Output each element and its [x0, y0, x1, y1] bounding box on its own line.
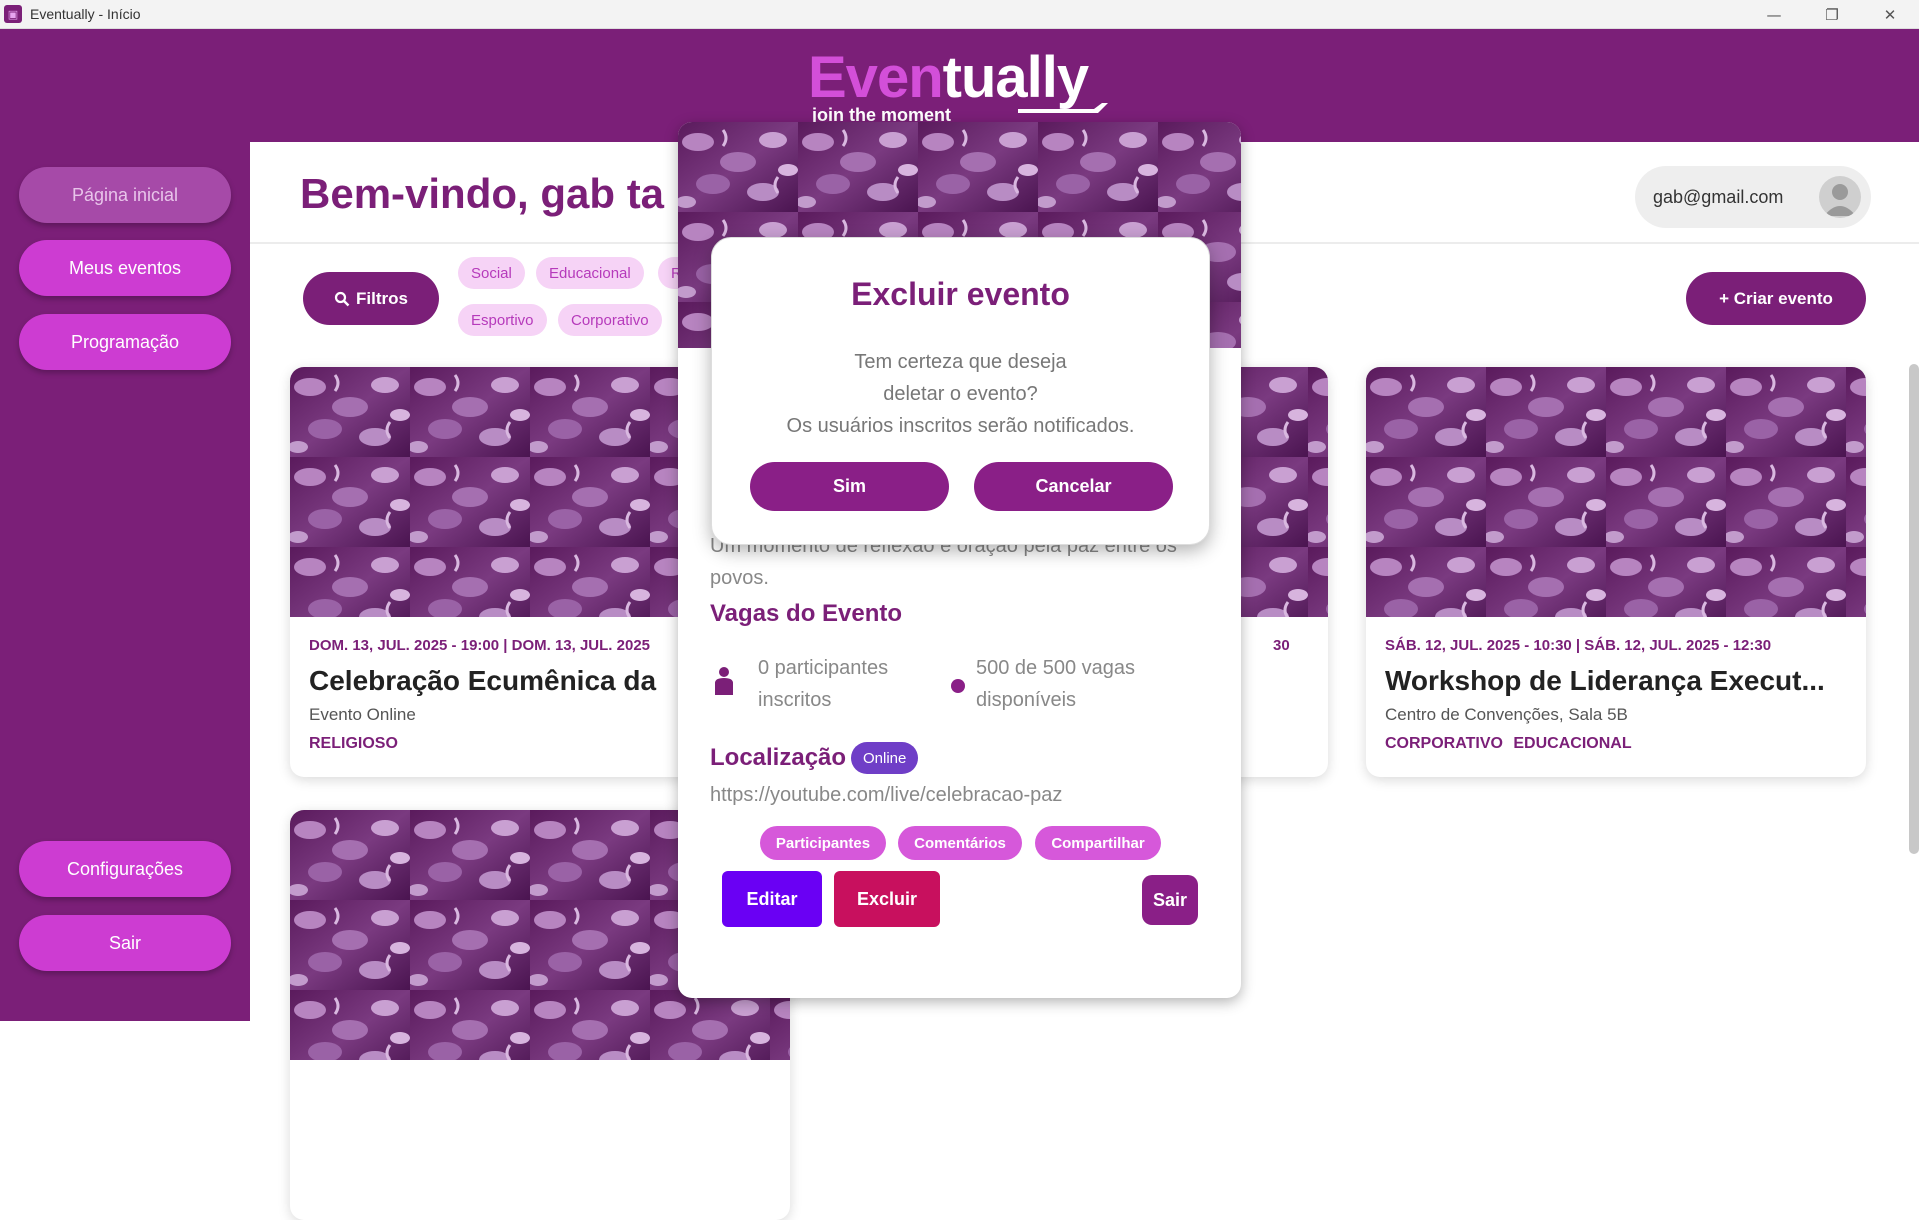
logo-text-part1: Even: [808, 45, 944, 110]
event-url[interactable]: https://youtube.com/live/celebracao-paz: [710, 784, 1062, 807]
vacancy-dot-icon: [951, 679, 965, 693]
chip-educacional[interactable]: Educacional: [536, 257, 644, 289]
chip-corporativo[interactable]: Corporativo: [558, 304, 662, 336]
vacancies-count: 500 de 500 vagas disponíveis: [976, 657, 1136, 711]
sidebar: Página inicial Meus eventos Programação …: [0, 142, 250, 1021]
location-title: Localização: [710, 744, 847, 771]
event-card[interactable]: SÁB. 12, JUL. 2025 - 10:30 | SÁB. 12, JU…: [1366, 367, 1866, 777]
app-icon: ▣: [4, 5, 22, 23]
window-title: Eventually - Início: [30, 6, 141, 22]
event-category: CORPORATIVO EDUCACIONAL: [1385, 735, 1632, 752]
dialog-message: Tem certeza que deseja deletar o evento?…: [712, 346, 1209, 442]
filters-button[interactable]: Filtros: [303, 272, 439, 325]
chip-social[interactable]: Social: [458, 257, 525, 289]
cancel-button[interactable]: Cancelar: [974, 462, 1173, 511]
tab-compartilhar[interactable]: Compartilhar: [1035, 826, 1161, 860]
minimize-icon[interactable]: —: [1745, 0, 1803, 29]
logo-text-part2: tually: [942, 45, 1089, 110]
online-badge: Online: [851, 742, 919, 774]
create-event-button[interactable]: + Criar evento: [1686, 272, 1866, 325]
sidebar-item-sair[interactable]: Sair: [19, 915, 231, 971]
event-location: Evento Online: [309, 705, 416, 724]
dialog-message-line2: deletar o evento?: [883, 383, 1038, 405]
search-icon: [334, 291, 350, 306]
user-email: gab@gmail.com: [1653, 186, 1784, 207]
event-date: DOM. 13, JUL. 2025 - 19:00 | DOM. 13, JU…: [309, 637, 651, 654]
dialog-message-line3: Os usuários inscritos serão notificados.: [786, 415, 1135, 437]
edit-button[interactable]: Editar: [722, 871, 822, 927]
sidebar-item-meus-eventos[interactable]: Meus eventos: [19, 240, 231, 296]
window-titlebar: ▣ Eventually - Início — ❐ ✕: [0, 0, 1919, 29]
filters-label: Filtros: [356, 288, 408, 308]
avatar-icon[interactable]: [1819, 176, 1861, 218]
welcome-heading: Bem-vindo, gab ta: [300, 170, 665, 217]
person-icon: [715, 667, 733, 695]
event-image: [1366, 367, 1866, 617]
chip-esportivo[interactable]: Esportivo: [458, 304, 547, 336]
logo-swoosh-icon: [1018, 103, 1108, 113]
dialog-message-line1: Tem certeza que deseja: [854, 351, 1067, 373]
delete-button[interactable]: Excluir: [834, 871, 940, 927]
sidebar-item-programacao[interactable]: Programação: [19, 314, 231, 370]
tab-comentarios[interactable]: Comentários: [898, 826, 1022, 860]
event-date: SÁB. 12, JUL. 2025 - 10:30 | SÁB. 12, JU…: [1385, 637, 1772, 654]
close-icon[interactable]: ✕: [1861, 0, 1919, 29]
participants-count: 0 participantes inscritos: [758, 657, 889, 711]
event-location: Centro de Convenções, Sala 5B: [1385, 705, 1628, 724]
delete-confirm-dialog: Excluir evento Tem certeza que deseja de…: [711, 237, 1210, 545]
restore-icon[interactable]: ❐: [1803, 0, 1861, 29]
scrollbar[interactable]: [1909, 364, 1919, 854]
tab-participantes[interactable]: Participantes: [760, 826, 886, 860]
confirm-yes-button[interactable]: Sim: [750, 462, 949, 511]
exit-button[interactable]: Sair: [1142, 875, 1198, 925]
dialog-title: Excluir evento: [851, 276, 1070, 312]
sidebar-item-pagina-inicial[interactable]: Página inicial: [19, 167, 231, 223]
user-profile-pill[interactable]: gab@gmail.com: [1635, 166, 1871, 228]
event-category: RELIGIOSO: [309, 735, 398, 752]
event-title: Workshop de Liderança Execut...: [1385, 665, 1825, 696]
event-date: 30: [1273, 637, 1290, 654]
sidebar-item-configuracoes[interactable]: Configurações: [19, 841, 231, 897]
slots-title: Vagas do Evento: [710, 600, 903, 627]
